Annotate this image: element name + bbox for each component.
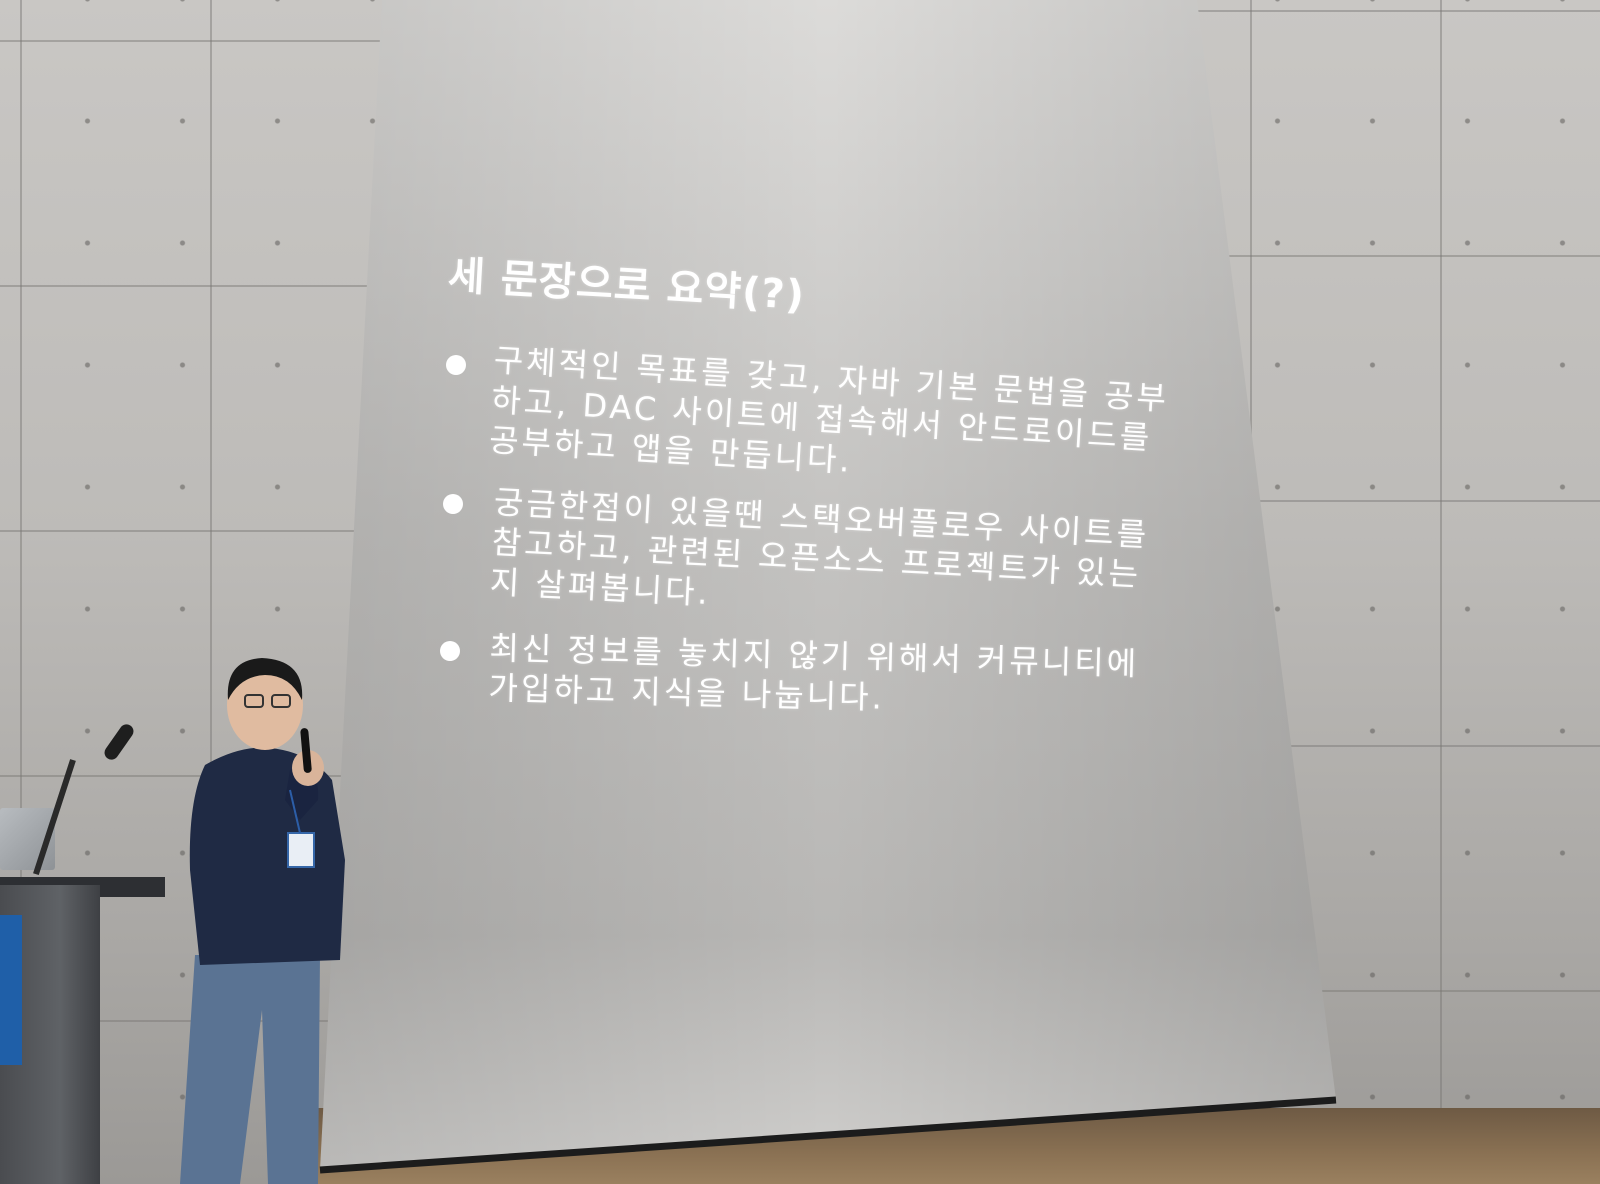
speaker-jeans [180,955,320,1184]
name-badge [287,832,315,868]
speaker [180,658,345,1184]
speaker-jacket [189,747,345,965]
conference-photo: 세 문장으로 요약(?) 구체적인 목표를 갖고, 자바 기본 문법을 공부 하… [0,0,1600,1184]
